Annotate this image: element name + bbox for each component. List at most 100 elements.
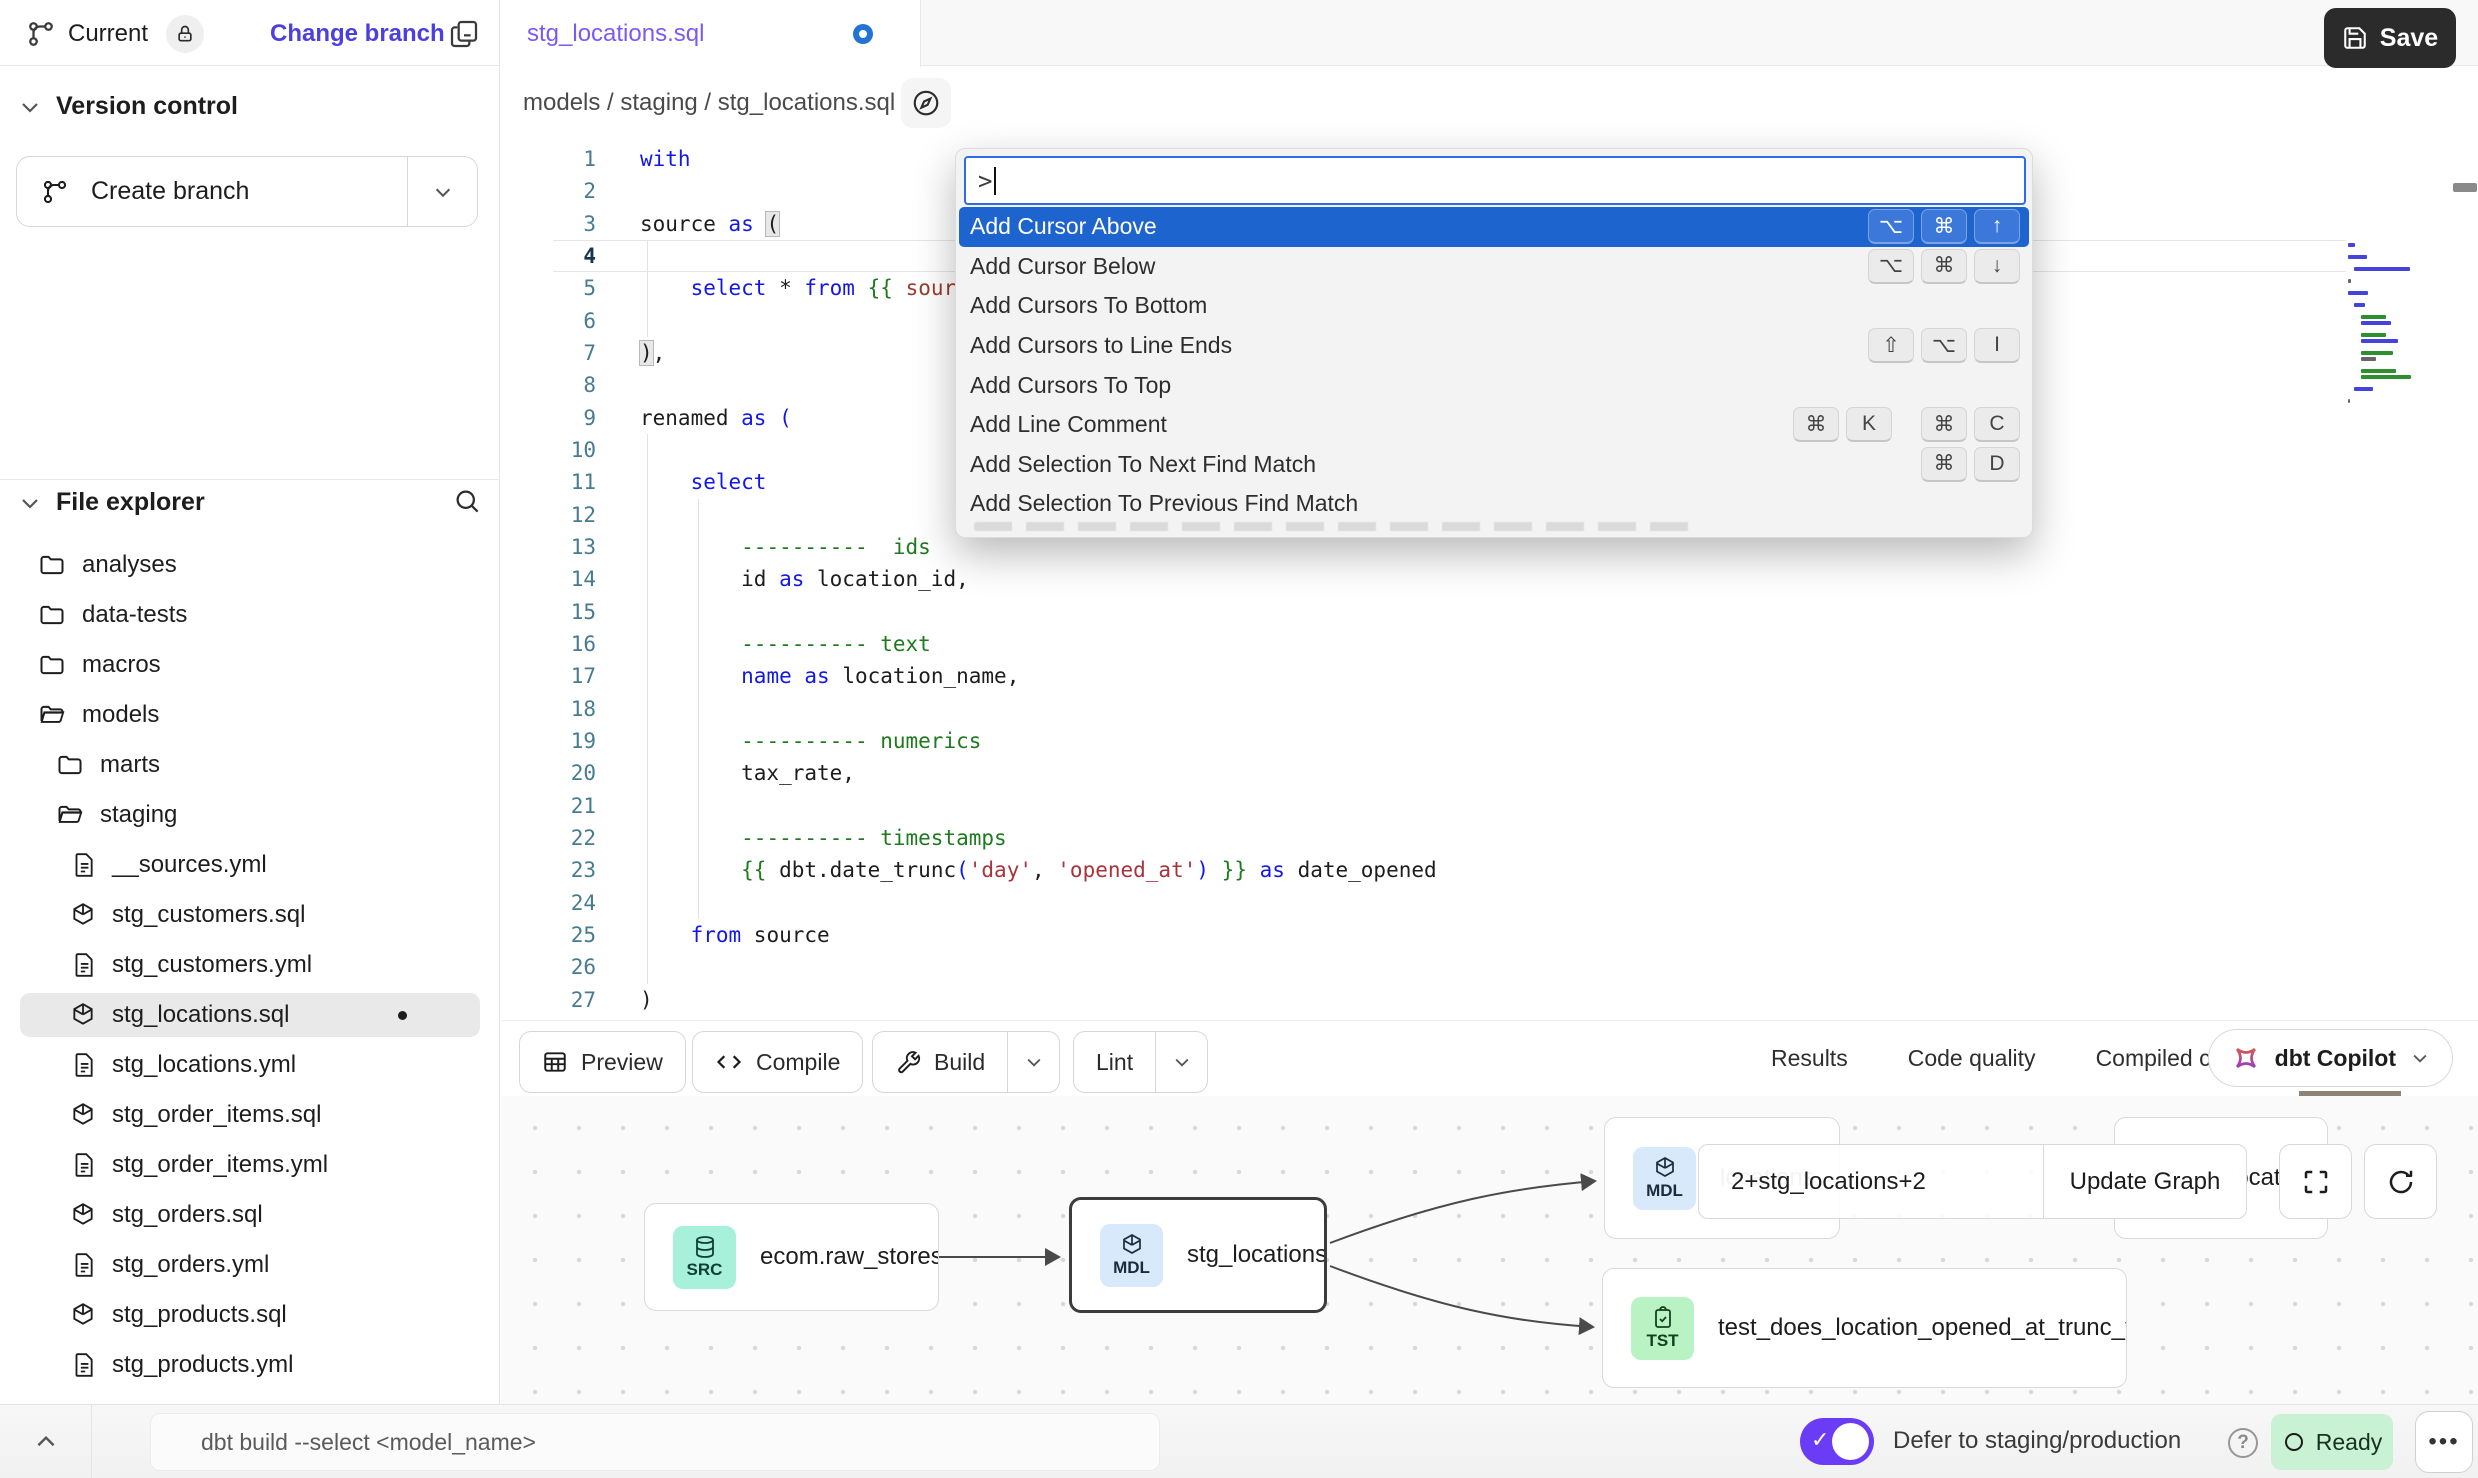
create-branch-dropdown[interactable]: [407, 157, 477, 226]
more-options-button[interactable]: •••: [2415, 1411, 2473, 1473]
line-number: 1: [501, 143, 598, 175]
code-line: [640, 790, 1437, 822]
unsaved-dot: [853, 24, 873, 44]
tree-item-macros[interactable]: macros: [0, 640, 500, 690]
shortcut-keys: ⇧⌥I: [1868, 328, 2020, 363]
ready-label: Ready: [2316, 1429, 2382, 1456]
test-badge: TST: [1631, 1297, 1694, 1360]
create-branch-button[interactable]: Create branch: [16, 156, 478, 227]
command-item-add-cursors-to-line-ends[interactable]: Add Cursors to Line Ends⇧⌥I: [956, 326, 2032, 366]
chevron-down-icon: [1024, 1052, 1044, 1072]
cube-icon: [1653, 1156, 1677, 1180]
tree-item-stg-locations-yml[interactable]: stg_locations.yml: [0, 1040, 500, 1090]
line-number: 25: [501, 919, 598, 951]
folder-icon: [56, 801, 84, 829]
minimap[interactable]: [2348, 243, 2410, 405]
lineage-node-stg-locations[interactable]: MDL stg_locations: [1069, 1197, 1327, 1313]
tree-item-stg-customers-yml[interactable]: stg_customers.yml: [0, 940, 500, 990]
scrollbar-thumb[interactable]: [2453, 183, 2477, 192]
copilot-sparkle-icon: [2231, 1043, 2261, 1073]
command-item-add-cursor-above[interactable]: Add Cursor Above⌥⌘↑: [959, 207, 2029, 247]
line-number: 12: [501, 499, 598, 531]
lock-icon: [175, 24, 195, 44]
compass-icon[interactable]: [901, 78, 951, 128]
command-item-add-selection-to-previous-find-match[interactable]: Add Selection To Previous Find Match: [956, 484, 2032, 524]
code-line: id as location_id,: [640, 563, 1437, 595]
line-number: 7: [501, 337, 598, 369]
defer-toggle[interactable]: ✓: [1800, 1418, 1874, 1465]
file-explorer-header[interactable]: File explorer: [18, 488, 205, 517]
tab-results[interactable]: Results: [1769, 1021, 1850, 1096]
search-icon[interactable]: [452, 486, 482, 516]
command-item-add-line-comment[interactable]: Add Line Comment⌘K⌘C: [956, 405, 2032, 445]
file-tree: analyses data-testsmacrosmodelsmarts stagi…: [0, 540, 500, 1390]
build-label: Build: [934, 1049, 985, 1076]
tree-item-models[interactable]: models: [0, 690, 500, 740]
tree-item-analyses[interactable]: analyses: [0, 540, 500, 590]
tree-item-stg-locations-sql[interactable]: stg_locations.sql: [0, 990, 500, 1040]
command-palette-input[interactable]: >: [964, 156, 2026, 205]
line-numbers: 1234567891011121314151617181920212223242…: [501, 143, 598, 1016]
lineage-node-source[interactable]: SRC ecom.raw_stores: [644, 1203, 939, 1311]
help-icon[interactable]: ?: [2228, 1428, 2258, 1458]
tree-item-staging[interactable]: staging: [0, 790, 500, 840]
lint-dropdown[interactable]: [1155, 1032, 1207, 1092]
tree-item-label: analyses: [82, 551, 177, 579]
compile-label: Compile: [756, 1049, 840, 1076]
version-control-header[interactable]: Version control: [18, 92, 238, 121]
file-icon: [70, 1252, 96, 1278]
code-line: ---------- timestamps: [640, 822, 1437, 854]
tree-item-marts[interactable]: marts: [0, 740, 500, 790]
lineage-selector-input[interactable]: [1699, 1145, 2043, 1218]
code-line: tax_rate,: [640, 757, 1437, 789]
command-item-add-cursor-below[interactable]: Add Cursor Below⌥⌘↓: [956, 247, 2032, 287]
command-item-add-cursors-to-bottom[interactable]: Add Cursors To Bottom: [956, 286, 2032, 326]
command-item-add-selection-to-next-find-match[interactable]: Add Selection To Next Find Match⌘D: [956, 445, 2032, 485]
update-graph-button[interactable]: Update Graph: [2043, 1145, 2246, 1218]
lineage-node-test[interactable]: TST test_does_location_opened_at_trunc_t…: [1602, 1268, 2127, 1388]
branch-bar: Current Change branch: [0, 0, 499, 66]
refresh-button[interactable]: [2364, 1144, 2437, 1219]
tree-item-stg-orders-sql[interactable]: stg_orders.sql: [0, 1190, 500, 1240]
lineage-canvas[interactable]: SRC ecom.raw_stores MDL stg_locations MD…: [501, 1096, 2478, 1404]
tab-code-quality[interactable]: Code quality: [1906, 1021, 2038, 1096]
chevron-down-icon: [432, 181, 454, 203]
compile-button[interactable]: Compile: [692, 1031, 863, 1093]
preview-button[interactable]: Preview: [519, 1031, 686, 1093]
tree-item-data-tests[interactable]: data-tests: [0, 590, 500, 640]
tree-item-stg-products-sql[interactable]: stg_products.sql: [0, 1290, 500, 1340]
save-button[interactable]: Save: [2324, 8, 2456, 68]
code-line: [640, 951, 1437, 983]
source-badge: SRC: [673, 1226, 736, 1289]
tree-item-label: stg_locations.sql: [112, 1001, 289, 1029]
lint-label: Lint: [1096, 1049, 1133, 1076]
expand-panel-button[interactable]: [0, 1405, 92, 1478]
tree-item-label: stg_customers.yml: [112, 951, 312, 979]
tree-item-stg-products-yml[interactable]: stg_products.yml: [0, 1340, 500, 1390]
tree-item--sources-yml[interactable]: __sources.yml: [0, 840, 500, 890]
breadcrumb-row: models / staging / stg_locations.sql: [501, 67, 2478, 140]
current-branch[interactable]: Current: [26, 15, 204, 53]
git-branch-icon: [41, 178, 69, 206]
tree-item-label: stg_order_items.yml: [112, 1151, 328, 1179]
change-branch-link[interactable]: Change branch: [270, 20, 445, 48]
tree-item-stg-order-items-sql[interactable]: stg_order_items.sql: [0, 1090, 500, 1140]
dbt-copilot-button[interactable]: dbt Copilot: [2208, 1029, 2453, 1087]
command-input[interactable]: dbt build --select <model_name>: [150, 1413, 1160, 1471]
tree-item-stg-customers-sql[interactable]: stg_customers.sql: [0, 890, 500, 940]
file-icon: [70, 1352, 96, 1378]
lint-button[interactable]: Lint: [1073, 1031, 1208, 1093]
command-item-add-cursors-to-top[interactable]: Add Cursors To Top: [956, 365, 2032, 405]
fullscreen-button[interactable]: [2279, 1144, 2352, 1219]
tree-item-label: stg_order_items.sql: [112, 1101, 321, 1129]
badge-label: MDL: [1646, 1181, 1683, 1201]
build-button[interactable]: Build: [872, 1031, 1060, 1093]
tree-item-stg-order-items-yml[interactable]: stg_order_items.yml: [0, 1140, 500, 1190]
tree-item-label: staging: [100, 801, 177, 829]
tree-item-stg-orders-yml[interactable]: stg_orders.yml: [0, 1240, 500, 1290]
section-divider: [0, 479, 500, 480]
build-dropdown[interactable]: [1007, 1032, 1059, 1092]
tab-stg-locations-sql[interactable]: stg_locations.sql: [501, 0, 921, 67]
copy-icon[interactable]: [448, 18, 480, 50]
code-line: [640, 596, 1437, 628]
